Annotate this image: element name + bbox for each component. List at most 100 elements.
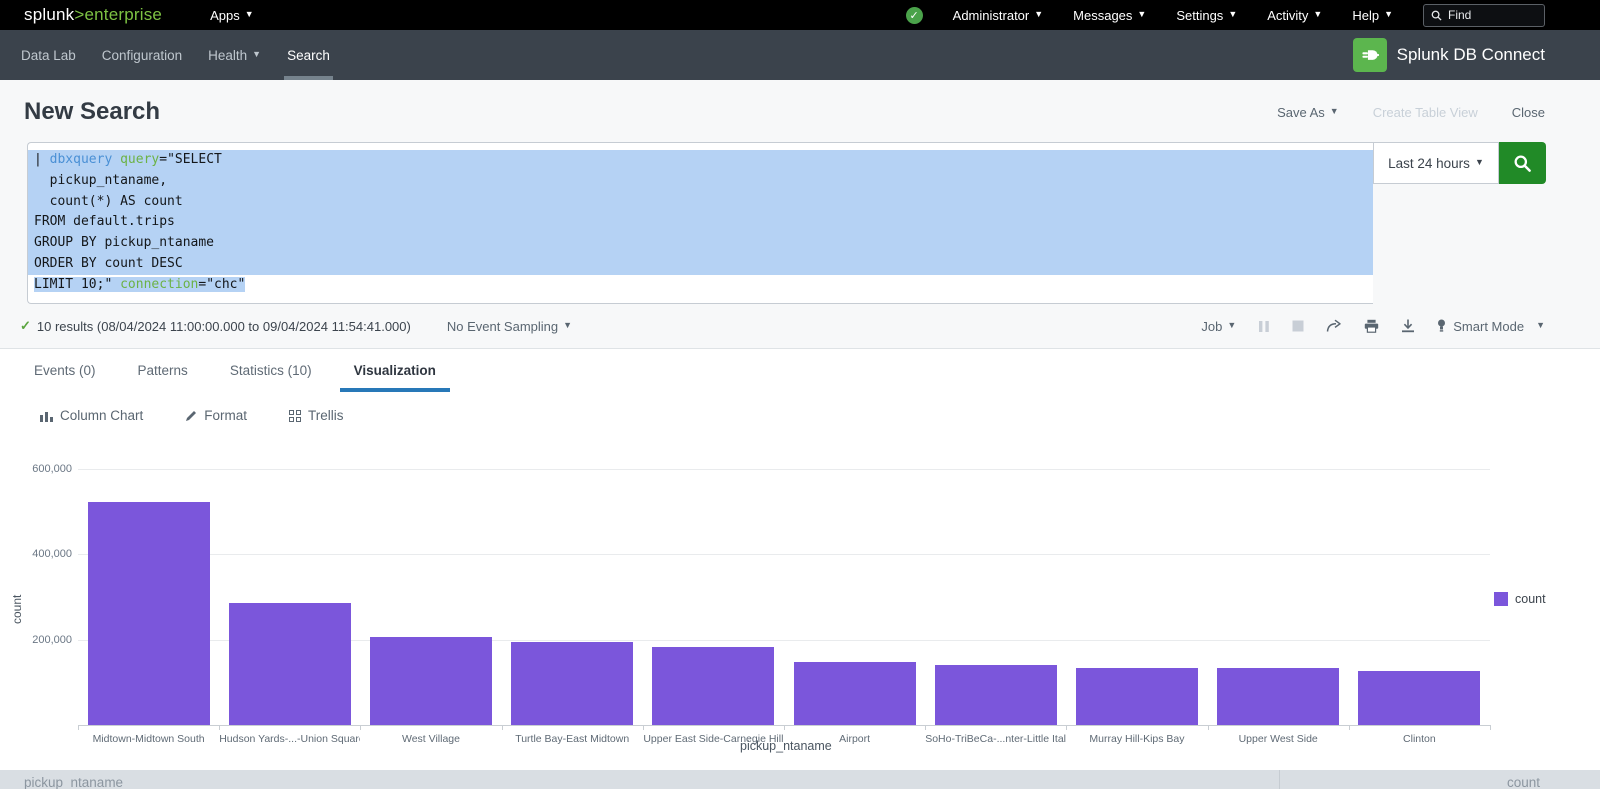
- chart-bar[interactable]: [370, 637, 492, 725]
- results-summary: ✓ 10 results (08/04/2024 11:00:00.000 to…: [20, 318, 411, 334]
- chevron-down-icon: ▼: [252, 49, 261, 59]
- print-icon[interactable]: [1364, 319, 1379, 333]
- apps-menu[interactable]: Apps ▼: [210, 8, 254, 23]
- chevron-down-icon: ▼: [1137, 9, 1146, 19]
- query-line: count(*) AS count: [28, 192, 1373, 213]
- chart-bar[interactable]: [229, 603, 351, 726]
- chart-bar[interactable]: [511, 642, 633, 725]
- export-icon[interactable]: [1401, 319, 1415, 333]
- nav-item-configuration[interactable]: Configuration: [89, 30, 195, 80]
- share-icon[interactable]: [1326, 319, 1342, 333]
- y-axis-title: count: [10, 595, 24, 624]
- chevron-down-icon: ▼: [1384, 9, 1393, 19]
- topbar-menu-settings[interactable]: Settings▼: [1176, 8, 1237, 23]
- page-title: New Search: [24, 98, 160, 126]
- chevron-down-icon: ▼: [1228, 9, 1237, 19]
- tab-visualization[interactable]: Visualization: [340, 349, 450, 392]
- x-category-label: Hudson Yards-...-Union Square: [219, 733, 360, 745]
- splunk-logo[interactable]: splunk>enterprise: [24, 5, 162, 25]
- viz-button-label: Column Chart: [60, 408, 143, 423]
- column-header-count[interactable]: count: [1280, 770, 1600, 789]
- nav-item-label: Health: [208, 48, 247, 63]
- splunk-topbar: splunk>enterprise Apps ▼ ✓ Administrator▼…: [0, 0, 1600, 30]
- x-axis-tick: [784, 725, 785, 730]
- query-token-plain: ="SELECT: [159, 152, 222, 167]
- chevron-down-icon: ▼: [1475, 157, 1484, 167]
- x-category-label: Upper West Side: [1208, 733, 1349, 745]
- viz-button-trellis[interactable]: Trellis: [289, 408, 344, 423]
- viz-button-format[interactable]: Format: [185, 408, 247, 423]
- time-range-picker[interactable]: Last 24 hours▼: [1373, 142, 1499, 184]
- topbar-menu-messages[interactable]: Messages ▼: [1073, 8, 1146, 23]
- query-line: LIMIT 10;" connection="chc": [28, 275, 1373, 296]
- chart-bar[interactable]: [794, 662, 916, 725]
- chart-bar[interactable]: [88, 502, 210, 725]
- pause-icon: [1258, 320, 1270, 333]
- topbar-menu-help[interactable]: Help ▼: [1352, 8, 1393, 23]
- menu-label: Activity: [1267, 8, 1308, 23]
- nav-item-search[interactable]: Search: [274, 30, 343, 80]
- logo-brand: splunk: [24, 5, 74, 24]
- tab-patterns[interactable]: Patterns: [124, 349, 202, 392]
- viz-button-label: Trellis: [308, 408, 344, 423]
- chart-legend[interactable]: count: [1494, 592, 1546, 606]
- apps-menu-label: Apps: [210, 8, 240, 23]
- event-sampling-menu[interactable]: No Event Sampling▼: [447, 319, 572, 334]
- query-token-plain: [112, 152, 120, 167]
- menu-label: Help: [1352, 8, 1379, 23]
- health-check-icon[interactable]: ✓: [906, 7, 923, 24]
- stop-icon: [1292, 320, 1304, 332]
- column-header-pickup-ntaname[interactable]: pickup_ntaname: [0, 770, 1280, 789]
- viz-toolbar: Column Chart Format Trellis: [0, 392, 1600, 439]
- x-category-label: West Village: [360, 733, 501, 745]
- search-mode-menu[interactable]: Smart Mode▼: [1437, 319, 1545, 334]
- legend-label: count: [1515, 592, 1546, 606]
- x-axis-tick: [78, 725, 79, 730]
- chevron-down-icon: ▼: [245, 9, 254, 19]
- chart-bar[interactable]: [935, 665, 1057, 725]
- x-axis-tick: [925, 725, 926, 730]
- logo-suffix: >enterprise: [74, 5, 162, 24]
- query-token-plain: pickup_ntaname,: [34, 173, 167, 188]
- chart-bar[interactable]: [652, 647, 774, 725]
- create-table-view-button: Create Table View: [1373, 105, 1478, 120]
- job-menu[interactable]: Job▼: [1201, 319, 1236, 334]
- chart-bar[interactable]: [1076, 668, 1198, 725]
- viz-button-column-chart[interactable]: Column Chart: [40, 408, 143, 423]
- run-search-button[interactable]: [1499, 142, 1546, 184]
- tab-statistics-10[interactable]: Statistics (10): [216, 349, 326, 392]
- query-token-plain: ORDER BY count DESC: [34, 256, 183, 271]
- topbar-menu-activity[interactable]: Activity ▼: [1267, 8, 1322, 23]
- legend-swatch: [1494, 592, 1508, 606]
- nav-item-data-lab[interactable]: Data Lab: [8, 30, 89, 80]
- column-chart-icon: [40, 410, 53, 422]
- query-token-param: connection: [120, 277, 198, 292]
- query-line: pickup_ntaname,: [28, 171, 1373, 192]
- x-category-label: Airport: [784, 733, 925, 745]
- menu-label: Messages: [1073, 8, 1132, 23]
- chart-bar[interactable]: [1358, 671, 1480, 725]
- find-placeholder: Find: [1448, 8, 1471, 22]
- results-tabs: Events (0) Patterns Statistics (10) Visuali…: [0, 349, 1600, 392]
- db-connect-app-icon: [1353, 38, 1387, 72]
- tab-events-0[interactable]: Events (0): [20, 349, 110, 392]
- nav-item-health[interactable]: Health ▼: [195, 30, 274, 80]
- query-token-command: dbxquery: [50, 152, 113, 167]
- search-query-input[interactable]: | dbxquery query="SELECT pickup_ntaname,…: [27, 142, 1373, 304]
- chevron-down-icon: ▼: [1227, 320, 1236, 330]
- x-category-label: Clinton: [1349, 733, 1490, 745]
- query-line: | dbxquery query="SELECT: [28, 150, 1373, 171]
- chart-gridline: [78, 469, 1490, 470]
- topbar-menu-administrator[interactable]: Administrator▼: [953, 8, 1044, 23]
- save-as-button[interactable]: Save As▼: [1277, 105, 1339, 120]
- column-chart: count pickup_ntaname count 200,000400,00…: [0, 439, 1600, 769]
- close-button[interactable]: Close: [1512, 105, 1545, 120]
- x-category-label: SoHo-TriBeCa-...nter-Little Italy: [925, 733, 1066, 745]
- x-category-label: Turtle Bay-East Midtown: [502, 733, 643, 745]
- chart-bar[interactable]: [1217, 668, 1339, 725]
- nav-item-label: Search: [287, 48, 330, 63]
- query-token-plain: ="chc": [198, 277, 245, 292]
- chevron-down-icon: ▼: [1313, 9, 1322, 19]
- find-search-input[interactable]: Find: [1423, 4, 1545, 27]
- query-token-plain: |: [34, 152, 50, 167]
